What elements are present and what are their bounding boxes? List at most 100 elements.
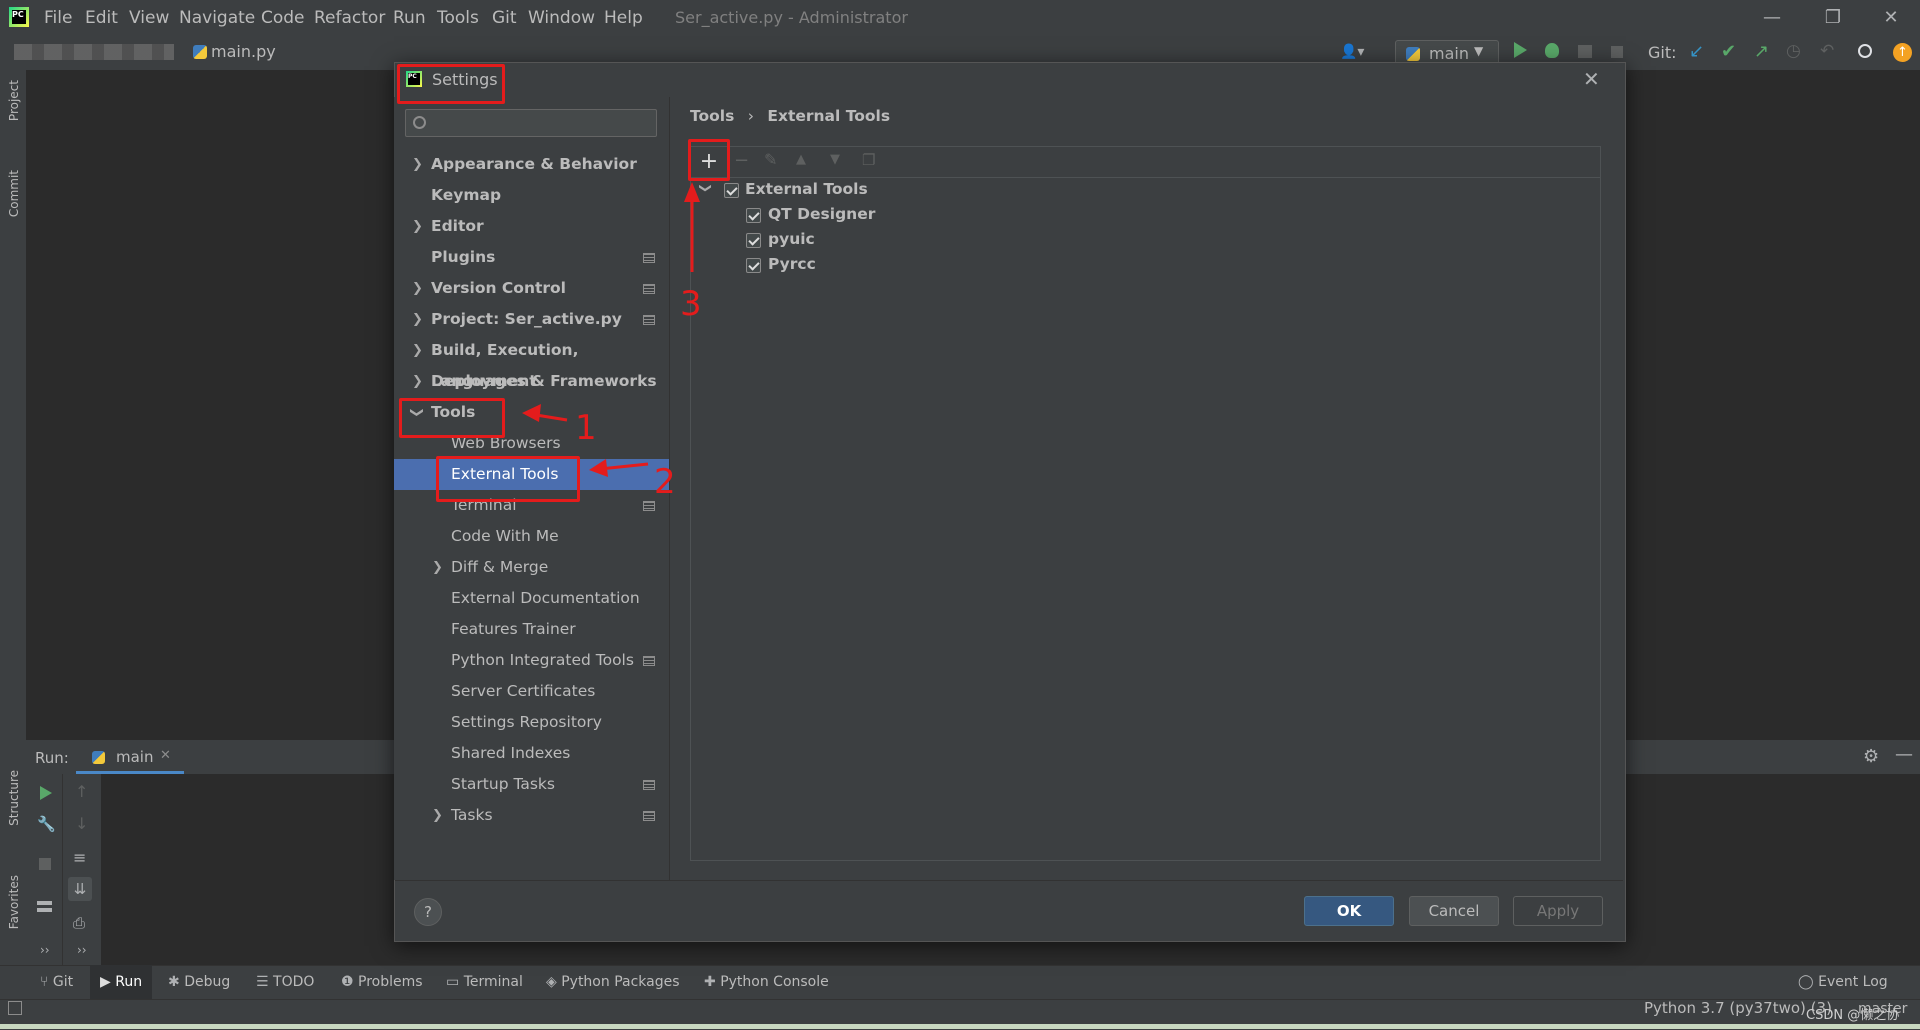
scroll-to-end-icon[interactable]: ⇊	[68, 877, 92, 901]
menu-help[interactable]: Help	[604, 0, 643, 36]
ok-button[interactable]: OK	[1304, 896, 1394, 926]
cancel-button[interactable]: Cancel	[1409, 896, 1499, 926]
apply-button[interactable]: Apply	[1513, 896, 1603, 926]
hide-panel-icon[interactable]: —	[1895, 744, 1913, 765]
close-tab-icon[interactable]: ✕	[160, 748, 171, 763]
tool-row[interactable]: QT Designer	[745, 205, 1045, 229]
minimize-icon[interactable]: —	[1749, 0, 1795, 36]
tree-item-features-trainer[interactable]: Features Trainer	[394, 614, 669, 645]
tree-item-diff-merge[interactable]: ❯ Diff & Merge	[394, 552, 669, 583]
menu-view[interactable]: View	[129, 0, 169, 36]
menu-navigate[interactable]: Navigate	[179, 0, 255, 36]
menu-tools[interactable]: Tools	[437, 0, 479, 36]
tree-item-server-certificates[interactable]: Server Certificates	[394, 676, 669, 707]
project-tool-button[interactable]: Project	[7, 80, 21, 121]
stop-run-icon[interactable]	[39, 858, 51, 870]
rollback-icon[interactable]: ↶	[1820, 41, 1834, 61]
tree-item-settings-repository[interactable]: Settings Repository	[394, 707, 669, 738]
layout-icon[interactable]	[37, 901, 52, 912]
favorites-tool-button[interactable]: Favorites	[7, 875, 21, 929]
tools-toolbar	[691, 147, 1600, 178]
down-arrow-icon[interactable]: ↓	[75, 814, 88, 833]
menu-file[interactable]: File	[44, 0, 72, 36]
tree-item-label: Editor	[431, 217, 484, 235]
taskbar-strip	[0, 1024, 1920, 1029]
breadcrumb-parent[interactable]: Tools	[690, 107, 734, 125]
bottom-tab-problems[interactable]: ❶ Problems	[341, 965, 423, 999]
tree-item-startup-tasks[interactable]: Startup Tasks	[394, 769, 669, 800]
move-down-icon[interactable]: ▼	[830, 152, 840, 167]
menu-window[interactable]: Window	[528, 0, 595, 36]
gear-icon[interactable]: ⚙	[1863, 746, 1879, 767]
stop-icon[interactable]	[1611, 46, 1623, 58]
bottom-tab-terminal[interactable]: ▭ Terminal	[446, 965, 523, 999]
history-icon[interactable]: ◷	[1786, 41, 1801, 61]
tree-item-appearance[interactable]: ❯ Appearance & Behavior	[394, 149, 669, 180]
up-arrow-icon[interactable]: ↑	[75, 782, 88, 801]
tree-item-project[interactable]: ❯ Project: Ser_active.py	[394, 304, 669, 335]
more-icon[interactable]: ››	[40, 943, 50, 957]
more-icon-2[interactable]: ››	[77, 943, 87, 957]
print-icon[interactable]: ⎙	[73, 914, 85, 932]
menu-edit[interactable]: Edit	[85, 0, 118, 36]
tool-row[interactable]: Pyrcc	[745, 255, 1045, 279]
settings-search-input[interactable]	[432, 113, 651, 135]
tree-item-tasks[interactable]: ❯ Tasks	[394, 800, 669, 831]
tool-checkbox[interactable]	[746, 258, 761, 273]
tree-item-external-documentation[interactable]: External Documentation	[394, 583, 669, 614]
toggle-tool-windows-icon[interactable]	[8, 1001, 22, 1015]
debug-icon[interactable]	[1545, 43, 1559, 58]
bottom-tab-git[interactable]: ⑂ Git	[40, 965, 73, 999]
dialog-close-icon[interactable]: ✕	[1583, 67, 1600, 91]
updates-icon[interactable]: ↑	[1893, 43, 1912, 62]
git-update-icon[interactable]: ↙	[1689, 41, 1704, 62]
tree-item-build[interactable]: ❯ Build, Execution, Deployment	[394, 335, 669, 390]
bottom-tab-debug[interactable]: ✱ Debug	[168, 965, 230, 999]
tree-item-shared-indexes[interactable]: Shared Indexes	[394, 738, 669, 769]
tree-item-keymap[interactable]: Keymap	[394, 180, 669, 211]
git-push-icon[interactable]: ↗	[1754, 41, 1769, 62]
tool-checkbox[interactable]	[746, 233, 761, 248]
git-commit-icon[interactable]: ✔	[1721, 41, 1736, 62]
rerun-icon[interactable]	[40, 786, 52, 800]
tree-item-languages[interactable]: ❯ Languages & Frameworks	[394, 366, 669, 397]
breadcrumb-file[interactable]: main.py	[211, 42, 276, 61]
wrench-icon[interactable]: 🔧	[37, 815, 56, 833]
menu-run[interactable]: Run	[393, 0, 426, 36]
restore-icon[interactable]: ❐	[1810, 0, 1856, 36]
move-up-icon[interactable]: ▲	[796, 152, 806, 167]
tool-checkbox[interactable]	[746, 208, 761, 223]
tree-item-editor[interactable]: ❯ Editor	[394, 211, 669, 242]
tool-row[interactable]: pyuic	[745, 230, 1045, 254]
bottom-tab-run[interactable]: ▶ Run	[90, 965, 152, 999]
commit-tool-button[interactable]: Commit	[7, 170, 21, 217]
tree-item-version-control[interactable]: ❯ Version Control	[394, 273, 669, 304]
menu-refactor[interactable]: Refactor	[314, 0, 385, 36]
tool-group-row[interactable]: ❯ External Tools	[697, 180, 1097, 204]
copy-tool-icon[interactable]: ❐	[862, 151, 875, 169]
soft-wrap-icon[interactable]: ≡	[73, 848, 86, 867]
tree-item-code-with-me[interactable]: Code With Me	[394, 521, 669, 552]
structure-tool-button[interactable]: Structure	[7, 770, 21, 826]
search-everywhere-icon[interactable]	[1858, 44, 1872, 58]
bottom-tab-todo[interactable]: ☰ TODO	[256, 965, 314, 999]
user-icon[interactable]: 👤▾	[1340, 44, 1364, 60]
event-log-button[interactable]: ◯ Event Log	[1798, 965, 1888, 999]
group-checkbox[interactable]	[724, 183, 739, 198]
run-tab-main[interactable]: main ✕	[76, 741, 184, 774]
bottom-tab-python-packages[interactable]: ◈ Python Packages	[546, 965, 680, 999]
tree-item-python-integrated-tools[interactable]: Python Integrated Tools	[394, 645, 669, 676]
coverage-icon[interactable]	[1578, 45, 1592, 58]
settings-search-field[interactable]	[405, 109, 657, 137]
menu-git[interactable]: Git	[492, 0, 517, 36]
close-window-icon[interactable]: ✕	[1868, 0, 1914, 36]
run-icon[interactable]	[1514, 42, 1527, 58]
event-log-label: Event Log	[1818, 974, 1888, 990]
tree-item-plugins[interactable]: Plugins	[394, 242, 669, 273]
menu-code[interactable]: Code	[261, 0, 305, 36]
remove-tool-icon[interactable]: −	[734, 150, 749, 171]
help-button[interactable]: ?	[414, 898, 442, 926]
interpreter-status[interactable]: Python 3.7 (py37two) (3)	[1644, 999, 1832, 1017]
bottom-tab-python-console[interactable]: ✚ Python Console	[704, 965, 829, 999]
edit-tool-icon[interactable]: ✎	[764, 150, 777, 169]
